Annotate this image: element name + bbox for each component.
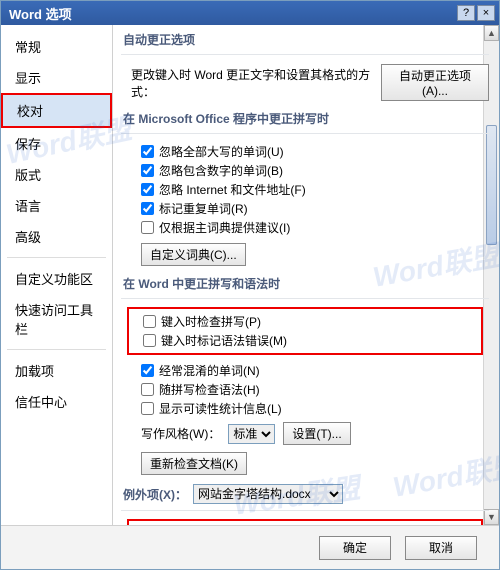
titlebar: Word 选项 ? × <box>1 1 499 25</box>
sidebar-item-addins[interactable]: 加载项 <box>1 355 112 386</box>
exceptions-label: 例外项(X)： <box>123 486 187 503</box>
word-options-dialog: Word 选项 ? × 常规 显示 校对 保存 版式 语言 高级 自定义功能区 … <box>0 0 500 570</box>
section-office-spelling: 在 Microsoft Office 程序中更正拼写时 <box>121 102 489 134</box>
chk-readability-stats[interactable]: 显示可读性统计信息(L) <box>141 400 282 417</box>
writing-style-label: 写作风格(W)： <box>141 425 220 442</box>
custom-dictionaries-button[interactable]: 自定义词典(C)... <box>141 243 246 266</box>
sidebar-item-language[interactable]: 语言 <box>1 190 112 221</box>
chk-ignore-internet-box[interactable] <box>141 183 154 196</box>
sidebar-item-advanced[interactable]: 高级 <box>1 221 112 252</box>
sidebar-item-trust[interactable]: 信任中心 <box>1 386 112 417</box>
autocorrect-options-button[interactable]: 自动更正选项(A)... <box>381 64 489 101</box>
sidebar-item-customize-ribbon[interactable]: 自定义功能区 <box>1 263 112 294</box>
sidebar-item-save[interactable]: 保存 <box>1 128 112 159</box>
chk-mark-grammar-typing[interactable]: 键入时标记语法错误(M) <box>143 332 287 349</box>
section-exceptions: 例外项(X)： 网站金字塔结构.docx <box>121 476 489 511</box>
sidebar-separator <box>7 349 106 350</box>
chk-check-spelling-typing[interactable]: 键入时检查拼写(P) <box>143 313 261 330</box>
chk-main-dict-only[interactable]: 仅根据主词典提供建议(I) <box>141 219 290 236</box>
exceptions-doc-select[interactable]: 网站金字塔结构.docx <box>193 484 343 504</box>
chk-main-dict-only-box[interactable] <box>141 221 154 234</box>
dialog-body: 常规 显示 校对 保存 版式 语言 高级 自定义功能区 快速访问工具栏 加载项 … <box>1 25 499 525</box>
chk-mark-grammar-typing-box[interactable] <box>143 334 156 347</box>
sidebar-item-layout[interactable]: 版式 <box>1 159 112 190</box>
content-panel: ▲ ▼ 自动更正选项 更改键入时 Word 更正文字和设置其格式的方式： 自动更… <box>113 25 499 525</box>
chk-grammar-with-spelling[interactable]: 随拼写检查语法(H) <box>141 381 260 398</box>
sidebar-separator <box>7 257 106 258</box>
dialog-title: Word 选项 <box>5 4 455 23</box>
chk-grammar-with-spelling-box[interactable] <box>141 383 154 396</box>
content-inner: 自动更正选项 更改键入时 Word 更正文字和设置其格式的方式： 自动更正选项(… <box>113 25 499 525</box>
chk-flag-repeated-box[interactable] <box>141 202 154 215</box>
chk-confused-words-box[interactable] <box>141 364 154 377</box>
writing-style-select[interactable]: 标准 <box>228 424 275 444</box>
section-word-spelling: 在 Word 中更正拼写和语法时 <box>121 267 489 299</box>
ok-button[interactable]: 确定 <box>319 536 391 560</box>
sidebar: 常规 显示 校对 保存 版式 语言 高级 自定义功能区 快速访问工具栏 加载项 … <box>1 25 113 525</box>
exceptions-highlight-group: 只隐藏此文档中的拼写错误(S) 只隐藏此文档中的语法错误(D) <box>127 519 483 525</box>
sidebar-item-qat[interactable]: 快速访问工具栏 <box>1 294 112 344</box>
sidebar-item-general[interactable]: 常规 <box>1 31 112 62</box>
autocorrect-row: 更改键入时 Word 更正文字和设置其格式的方式： 自动更正选项(A)... <box>121 63 489 102</box>
chk-ignore-uppercase[interactable]: 忽略全部大写的单词(U) <box>141 143 284 160</box>
chk-check-spelling-typing-box[interactable] <box>143 315 156 328</box>
chk-ignore-uppercase-box[interactable] <box>141 145 154 158</box>
dialog-footer: 确定 取消 <box>1 525 499 569</box>
spellcheck-highlight-group: 键入时检查拼写(P) 键入时标记语法错误(M) <box>127 307 483 355</box>
autocorrect-label: 更改键入时 Word 更正文字和设置其格式的方式： <box>131 66 373 100</box>
section-autocorrect: 自动更正选项 <box>121 25 489 55</box>
settings-button[interactable]: 设置(T)... <box>283 422 350 445</box>
recheck-document-button[interactable]: 重新检查文档(K) <box>141 452 247 475</box>
chk-ignore-numbers-box[interactable] <box>141 164 154 177</box>
sidebar-item-proofing[interactable]: 校对 <box>1 93 112 128</box>
chk-readability-stats-box[interactable] <box>141 402 154 415</box>
chk-ignore-internet[interactable]: 忽略 Internet 和文件地址(F) <box>141 181 306 198</box>
help-button[interactable]: ? <box>457 5 475 21</box>
close-button[interactable]: × <box>477 5 495 21</box>
chk-flag-repeated[interactable]: 标记重复单词(R) <box>141 200 248 217</box>
chk-confused-words[interactable]: 经常混淆的单词(N) <box>141 362 260 379</box>
sidebar-item-display[interactable]: 显示 <box>1 62 112 93</box>
cancel-button[interactable]: 取消 <box>405 536 477 560</box>
chk-ignore-numbers[interactable]: 忽略包含数字的单词(B) <box>141 162 283 179</box>
